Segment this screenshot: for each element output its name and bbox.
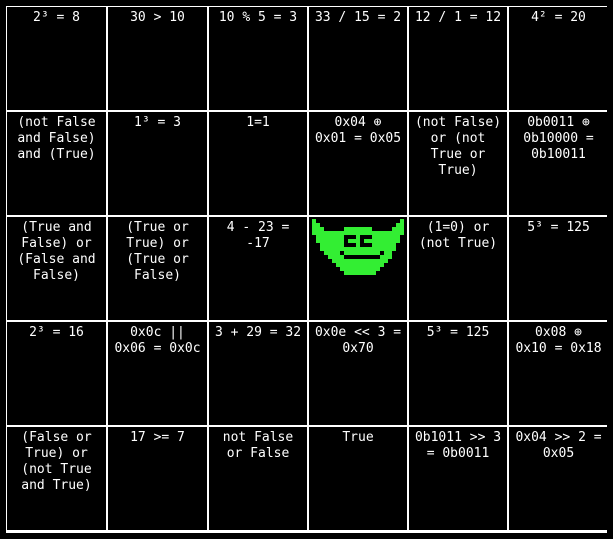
bingo-cell[interactable]: 2³ = 8	[7, 7, 106, 110]
bingo-cell[interactable]: (True or True) or (True or False)	[108, 217, 207, 320]
bingo-cell[interactable]: 2³ = 16	[7, 322, 106, 425]
bingo-cell[interactable]: 0x0e << 3 = 0x70	[309, 322, 407, 425]
bingo-cell[interactable]: 1=1	[209, 112, 307, 215]
bingo-board: 2³ = 8 30 > 10 10 % 5 = 3 33 / 15 = 2 12 / 1…	[6, 6, 608, 533]
bingo-cell[interactable]: 0x0c || 0x06 = 0x0c	[108, 322, 207, 425]
bingo-cell[interactable]: not False or False	[209, 427, 307, 530]
bingo-cell[interactable]: 0x04 >> 2 = 0x05	[509, 427, 608, 530]
bingo-cell[interactable]: (1=0) or (not True)	[409, 217, 507, 320]
green-monster-icon	[312, 219, 404, 275]
bingo-cell[interactable]: (True and False) or (False and False)	[7, 217, 106, 320]
bingo-cell[interactable]: 5³ = 125	[509, 217, 608, 320]
bingo-cell[interactable]: 0x08 ⊕ 0x10 = 0x18	[509, 322, 608, 425]
bingo-cell[interactable]: 12 / 1 = 12	[409, 7, 507, 110]
bingo-cell[interactable]: 5³ = 125	[409, 322, 507, 425]
free-space-cell[interactable]	[309, 217, 407, 320]
bingo-cell[interactable]: 0b1011 >> 3 = 0b0011	[409, 427, 507, 530]
bingo-cell[interactable]: 30 > 10	[108, 7, 207, 110]
bingo-cell[interactable]: (False or True) or (not True and True)	[7, 427, 106, 530]
bingo-cell[interactable]: 1³ = 3	[108, 112, 207, 215]
bingo-cell[interactable]: 17 >= 7	[108, 427, 207, 530]
bingo-cell[interactable]: 3 + 29 = 32	[209, 322, 307, 425]
bingo-cell[interactable]: 4² = 20	[509, 7, 608, 110]
bingo-cell[interactable]: 0x04 ⊕ 0x01 = 0x05	[309, 112, 407, 215]
bingo-cell[interactable]: (not False and False) and (True)	[7, 112, 106, 215]
bingo-cell[interactable]: 4 - 23 = -17	[209, 217, 307, 320]
bingo-cell[interactable]: 0b0011 ⊕ 0b10000 = 0b10011	[509, 112, 608, 215]
bingo-cell[interactable]: 33 / 15 = 2	[309, 7, 407, 110]
bingo-cell[interactable]: (not False) or (not True or True)	[409, 112, 507, 215]
bingo-cell[interactable]: 10 % 5 = 3	[209, 7, 307, 110]
bingo-cell[interactable]: True	[309, 427, 407, 530]
